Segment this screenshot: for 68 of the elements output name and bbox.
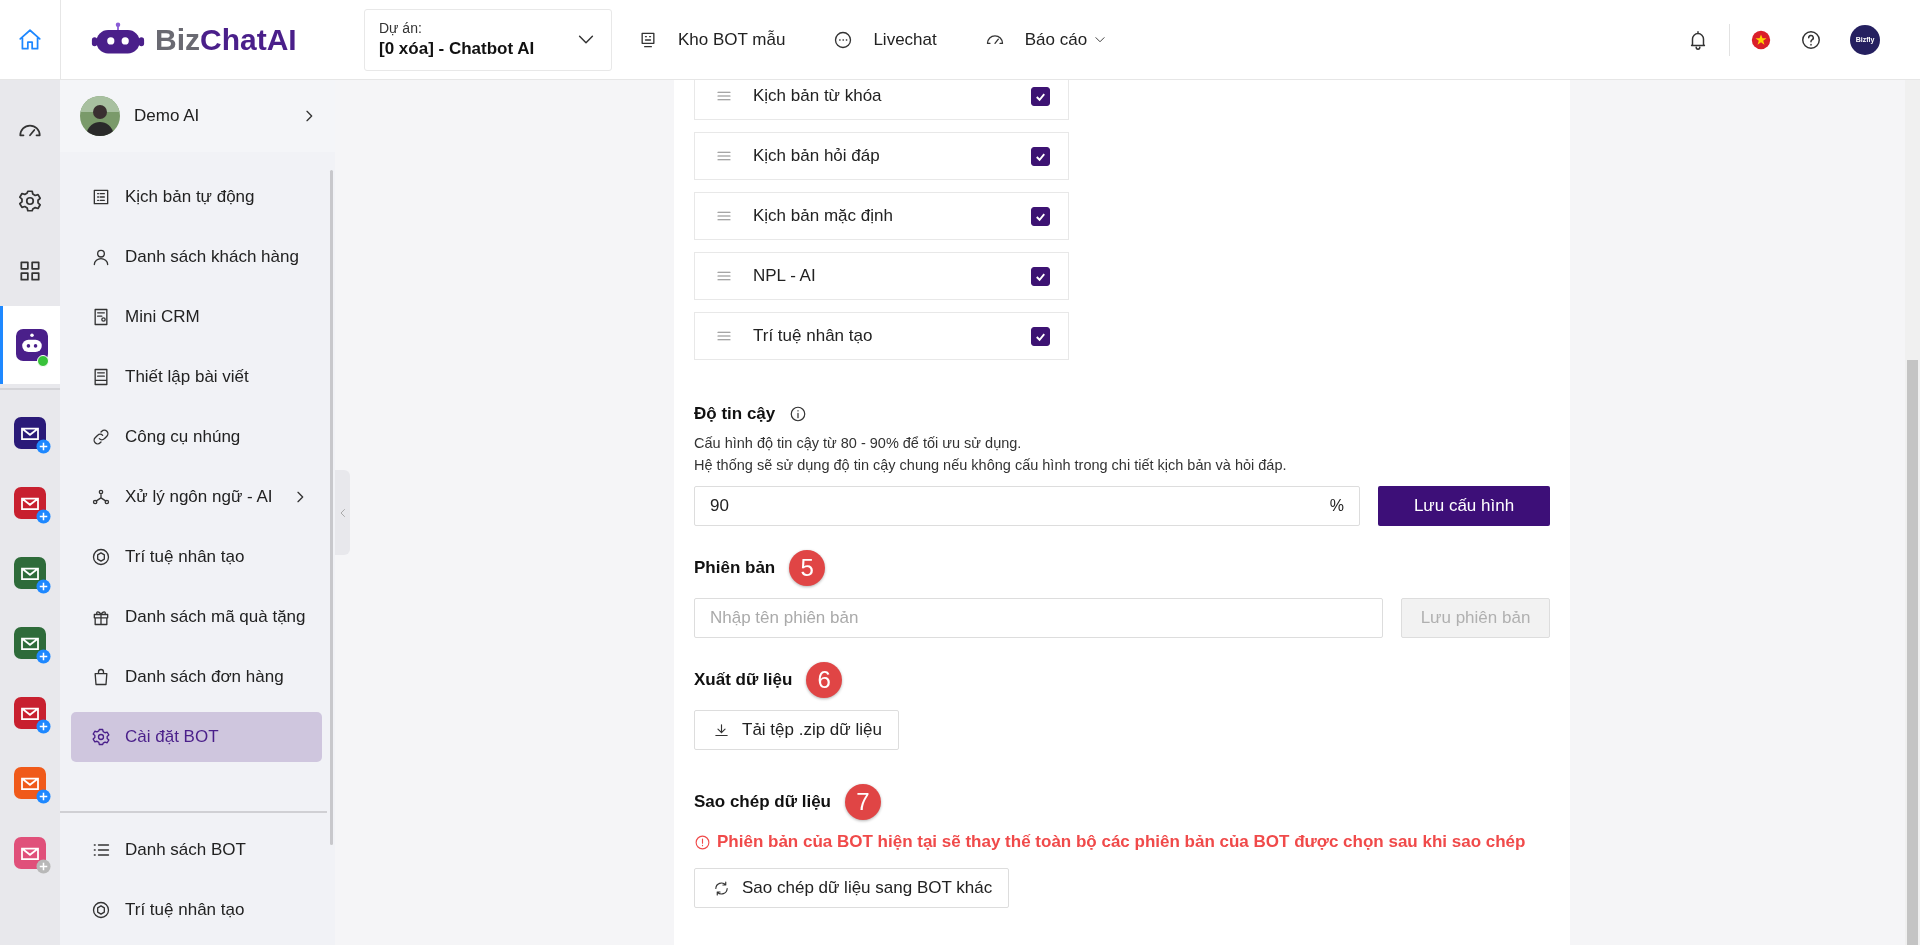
gear-icon — [17, 188, 43, 214]
sidebar-item[interactable]: Danh sách mã quà tặng — [71, 592, 322, 642]
sidebar-item[interactable]: Cài đặt BOT — [71, 712, 322, 762]
step-marker: 7 — [845, 784, 881, 820]
gear-icon — [91, 727, 111, 747]
nav-link[interactable]: Kho BOT mẫu — [638, 29, 786, 50]
plus-icon[interactable] — [36, 579, 51, 594]
sidebar-item[interactable]: Mini CRM — [71, 292, 322, 342]
save-config-button[interactable]: Lưu cấu hình — [1378, 486, 1550, 526]
sidebar-item[interactable]: Danh sách đơn hàng — [71, 652, 322, 702]
plus-icon[interactable] — [36, 439, 51, 454]
module-row[interactable]: Trí tuệ nhân tạo — [694, 312, 1069, 360]
copy-button[interactable]: Sao chép dữ liệu sang BOT khác — [694, 868, 1010, 908]
module-row[interactable]: NPL - AI — [694, 252, 1069, 300]
robot-icon — [15, 329, 48, 361]
plus-icon[interactable] — [36, 509, 51, 524]
download-button[interactable]: Tải tệp .zip dữ liệu — [694, 710, 899, 750]
checkbox[interactable] — [1031, 146, 1050, 166]
plus-icon[interactable] — [36, 719, 51, 734]
list-icon — [91, 187, 111, 207]
info-icon[interactable] — [789, 405, 808, 423]
chat-icon — [833, 29, 854, 50]
help-icon[interactable] — [1800, 28, 1822, 51]
warning-text: Phiên bản của BOT hiện tại sẽ thay thế toàn bộ các phiên bản của BOT được chọn sau khi sao chép — [717, 832, 1526, 852]
plus-icon[interactable] — [36, 649, 51, 664]
description-text: Hệ thống sẽ sử dụng độ tin cậy chung nếu không cấu hình trong chi tiết kịch bản và hỏi đáp. — [694, 456, 1288, 475]
user-icon — [91, 247, 111, 267]
checkbox[interactable] — [1031, 206, 1050, 226]
knot-icon — [91, 900, 111, 920]
download-icon — [713, 721, 730, 739]
checkbox[interactable] — [1031, 266, 1050, 286]
checkbox[interactable] — [1031, 86, 1050, 106]
sidebar-item[interactable]: Kịch bản tự động — [71, 172, 322, 222]
flag-icon[interactable] — [1750, 28, 1772, 51]
section-title: Độ tin cậy — [694, 404, 776, 424]
link-icon — [91, 427, 111, 447]
step-marker: 6 — [806, 662, 843, 698]
nodes-icon — [91, 487, 111, 507]
checkbox[interactable] — [1031, 326, 1050, 346]
module-row[interactable]: Kịch bản từ khóa — [694, 80, 1069, 120]
input-field[interactable]: 90 % — [694, 486, 1360, 526]
sidebar-item[interactable]: Thiết lập bài viết — [71, 352, 322, 402]
refresh-icon — [713, 879, 730, 897]
sidebar-item[interactable]: Trí tuệ nhân tạo — [71, 532, 322, 582]
nav-link[interactable]: Livechat — [833, 29, 937, 50]
module-row[interactable]: Kịch bản hỏi đáp — [694, 132, 1069, 180]
scrollbar[interactable] — [330, 170, 333, 845]
warning-icon — [694, 833, 711, 851]
module-row[interactable]: Kịch bản mặc định — [694, 192, 1069, 240]
sidebar-item[interactable]: Xử lý ngôn ngữ - AI — [71, 472, 322, 522]
sidebar-item[interactable]: Công cụ nhúng — [71, 412, 322, 462]
step-marker: 5 — [789, 550, 826, 586]
section-title: Phiên bản — [694, 558, 776, 578]
grid-icon — [17, 258, 43, 284]
project-dropdown[interactable]: Dự án: [0 xóa] - Chatbot AI — [364, 8, 612, 71]
sidebar-item[interactable]: Danh sách khách hàng — [71, 232, 322, 282]
sidebar-item[interactable]: Trí tuệ nhân tạo — [71, 885, 314, 935]
input-field[interactable]: Nhập tên phiên bản — [694, 598, 1383, 638]
logo-text: BizChatAI — [155, 22, 297, 57]
collapse-handle[interactable] — [335, 470, 350, 555]
section-title: Sao chép dữ liệu — [694, 792, 831, 812]
sidebar-item[interactable]: Danh sách BOT — [71, 825, 314, 875]
scrollbar[interactable] — [1907, 360, 1918, 945]
section-title: Xuất dữ liệu — [694, 670, 793, 690]
knot-icon — [91, 547, 111, 567]
app-tile[interactable] — [0, 306, 60, 384]
nav-link[interactable]: Báo cáo — [984, 29, 1108, 50]
description-text: Cấu hình độ tin cậy từ 80 - 90% để tối ưu sử dụng. — [694, 434, 1023, 453]
